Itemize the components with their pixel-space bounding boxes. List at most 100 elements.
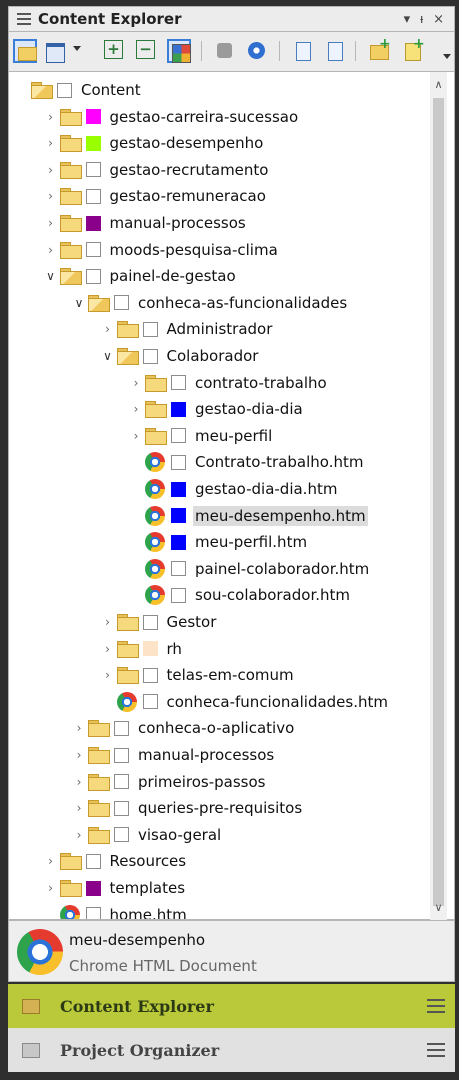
condition-tag-checkbox[interactable] [142, 641, 158, 657]
condition-tag-checkbox[interactable] [171, 508, 186, 524]
expand-arrow-icon[interactable]: › [42, 854, 60, 868]
condition-tag-checkbox[interactable] [114, 774, 129, 790]
expand-arrow-icon[interactable]: › [70, 775, 88, 789]
color-grid-icon[interactable] [167, 39, 191, 63]
condition-tag-checkbox[interactable] [85, 907, 101, 919]
expand-arrow-icon[interactable]: › [70, 721, 88, 735]
collapse-all-icon[interactable] [133, 39, 157, 63]
tree-folder-row[interactable]: › conheca-o-aplicativo [70, 715, 296, 741]
collapse-arrow-icon[interactable]: ∨ [99, 349, 117, 363]
expand-arrow-icon[interactable]: › [70, 828, 88, 842]
tree-folder-row[interactable]: › gestao-remuneracao [42, 183, 268, 209]
condition-tag-checkbox[interactable] [171, 587, 186, 603]
chevron-down-icon[interactable] [73, 46, 81, 51]
tree-folder-row[interactable]: › gestao-carreira-sucessao [42, 104, 301, 130]
expand-all-icon[interactable] [101, 39, 125, 63]
condition-tag-checkbox[interactable] [85, 853, 101, 869]
expand-arrow-icon[interactable]: › [42, 881, 60, 895]
tree-file-row[interactable]: meu-desempenho.htm [127, 503, 368, 529]
scrollbar-thumb[interactable] [433, 98, 444, 906]
expand-arrow-icon[interactable]: › [99, 322, 117, 336]
expand-arrow-icon[interactable]: › [127, 429, 145, 443]
condition-tag-checkbox[interactable] [114, 747, 129, 763]
expand-arrow-icon[interactable]: › [99, 642, 117, 656]
condition-tag-checkbox[interactable] [85, 162, 101, 178]
panel-menu-icon[interactable] [17, 13, 31, 25]
condition-tag-checkbox[interactable] [114, 800, 129, 816]
tree-folder-row[interactable]: › gestao-recrutamento [42, 157, 271, 183]
tree-scrollbar[interactable]: ∧ ∨ [430, 72, 447, 920]
tree-file-row[interactable]: sou-colaborador.htm [127, 582, 352, 608]
condition-tag-checkbox[interactable] [142, 348, 158, 364]
expand-arrow-icon[interactable]: › [42, 189, 60, 203]
tree-file-row[interactable]: meu-perfil.htm [127, 529, 309, 555]
tree-folder-row[interactable]: › manual-processos [70, 742, 276, 768]
pin-icon[interactable]: ᵼ [420, 11, 423, 27]
expand-arrow-icon[interactable]: › [70, 748, 88, 762]
tree-folder-row[interactable]: › templates [42, 875, 188, 901]
condition-tag-checkbox[interactable] [114, 720, 129, 736]
expand-arrow-icon[interactable]: › [70, 801, 88, 815]
tree-folder-row[interactable]: › primeiros-passos [70, 769, 267, 795]
tree-folder-row[interactable]: › moods-pesquisa-clima [42, 237, 280, 263]
menu-icon[interactable] [427, 999, 445, 1013]
tree-folder-row[interactable]: › visao-geral [70, 822, 223, 848]
condition-tag-checkbox[interactable] [171, 534, 186, 550]
scroll-up-icon[interactable]: ∧ [430, 78, 447, 91]
expand-arrow-icon[interactable]: › [42, 243, 60, 257]
condition-tag-checkbox[interactable] [85, 880, 101, 896]
tree-folder-row[interactable]: › manual-processos [42, 210, 248, 236]
condition-tag-checkbox[interactable] [85, 268, 101, 284]
condition-tag-checkbox[interactable] [171, 428, 186, 444]
condition-tag-checkbox[interactable] [85, 242, 101, 258]
collapse-arrow-icon[interactable]: ∨ [42, 269, 60, 283]
refresh-icon[interactable] [245, 39, 269, 63]
condition-tag-checkbox[interactable] [171, 401, 186, 417]
tree-folder-row[interactable]: ∨ conheca-as-funcionalidades [70, 290, 349, 316]
condition-tag-checkbox[interactable] [85, 188, 101, 204]
condition-tag-checkbox[interactable] [85, 215, 101, 231]
new-folder-icon[interactable] [367, 36, 391, 63]
tab-project-organizer[interactable]: Project Organizer [8, 1028, 455, 1072]
tree-folder-row[interactable]: › meu-perfil [127, 423, 274, 449]
new-document-icon[interactable] [401, 36, 425, 63]
condition-tag-checkbox[interactable] [57, 82, 72, 98]
tree-folder-row[interactable]: › Gestor [99, 609, 219, 635]
gray-tool-icon[interactable] [213, 39, 237, 63]
condition-tag-checkbox[interactable] [171, 561, 186, 577]
toolbar-overflow-icon[interactable] [443, 54, 451, 59]
menu-icon[interactable] [427, 1043, 445, 1057]
condition-tag-checkbox[interactable] [171, 375, 186, 391]
condition-tag-checkbox[interactable] [85, 135, 101, 151]
tree-folder-row[interactable]: › Administrador [99, 316, 275, 342]
expand-arrow-icon[interactable]: › [127, 402, 145, 416]
condition-tag-checkbox[interactable] [114, 295, 129, 311]
page-icon[interactable] [291, 39, 315, 63]
tree-folder-row[interactable]: › gestao-desempenho [42, 130, 266, 156]
scroll-down-icon[interactable]: ∨ [430, 901, 447, 914]
tree-file-row[interactable]: conheca-funcionalidades.htm [99, 689, 390, 715]
tree-folder-row[interactable]: › queries-pre-requisitos [70, 795, 304, 821]
expand-arrow-icon[interactable]: › [42, 163, 60, 177]
tree-folder-row[interactable]: Content [13, 77, 143, 103]
tree-folder-row[interactable]: › telas-em-comum [99, 662, 296, 688]
panel-dropdown-icon[interactable]: ▾ [404, 12, 411, 27]
tree-file-row[interactable]: Contrato-trabalho.htm [127, 449, 365, 475]
expand-arrow-icon[interactable]: › [42, 110, 60, 124]
close-icon[interactable]: × [433, 12, 444, 27]
collapse-arrow-icon[interactable]: ∨ [70, 296, 88, 310]
condition-tag-checkbox[interactable] [85, 109, 101, 125]
condition-tag-checkbox[interactable] [142, 614, 158, 630]
condition-tag-checkbox[interactable] [171, 454, 186, 470]
tree-file-row[interactable]: gestao-dia-dia.htm [127, 476, 339, 502]
tree-folder-row[interactable]: › Resources [42, 848, 189, 874]
expand-arrow-icon[interactable]: › [99, 615, 117, 629]
expand-arrow-icon[interactable]: › [42, 136, 60, 150]
open-folder-icon[interactable] [13, 39, 37, 63]
tree-folder-row[interactable]: ∨ painel-de-gestao [42, 263, 238, 289]
tab-content-explorer[interactable]: Content Explorer [8, 984, 455, 1028]
search-page-icon[interactable] [323, 39, 347, 63]
document-icon[interactable] [43, 39, 67, 63]
condition-tag-checkbox[interactable] [142, 694, 158, 710]
condition-tag-checkbox[interactable] [171, 481, 186, 497]
